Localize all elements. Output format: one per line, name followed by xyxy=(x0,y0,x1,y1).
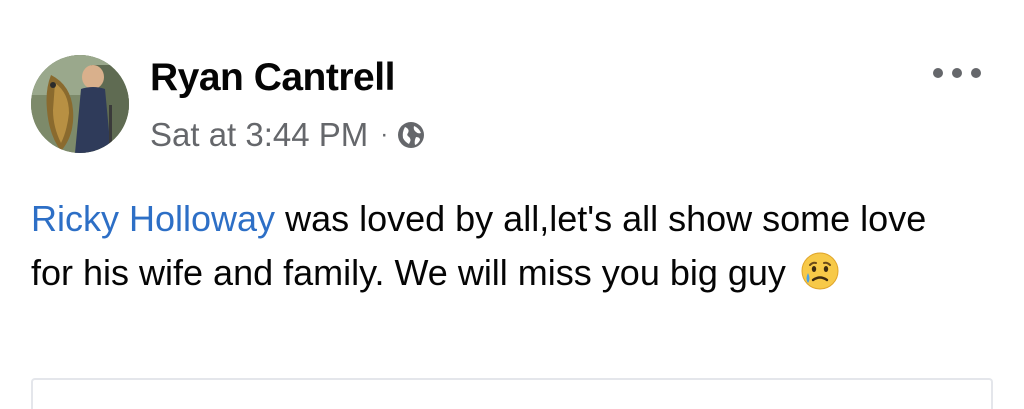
more-options-button[interactable] xyxy=(933,58,981,88)
author-name[interactable]: Ryan Cantrell xyxy=(150,55,395,101)
meta-separator: · xyxy=(380,121,389,148)
post-meta: Sat at 3:44 PM · xyxy=(150,112,426,158)
post-body: Ricky Holloway was loved by all,let's al… xyxy=(31,192,961,300)
link-preview-card[interactable] xyxy=(31,378,993,409)
avatar[interactable] xyxy=(31,55,129,153)
post-timestamp[interactable]: Sat at 3:44 PM xyxy=(150,116,368,154)
more-options-icon xyxy=(933,68,943,78)
post-card: Ryan Cantrell Sat at 3:44 PM · Ricky Hol… xyxy=(0,0,1024,409)
sad-but-relieved-face-emoji-icon xyxy=(801,252,839,290)
profile-photo-icon xyxy=(31,55,129,153)
globe-icon[interactable] xyxy=(396,120,426,150)
mentioned-user-link[interactable]: Ricky Holloway xyxy=(31,198,275,239)
